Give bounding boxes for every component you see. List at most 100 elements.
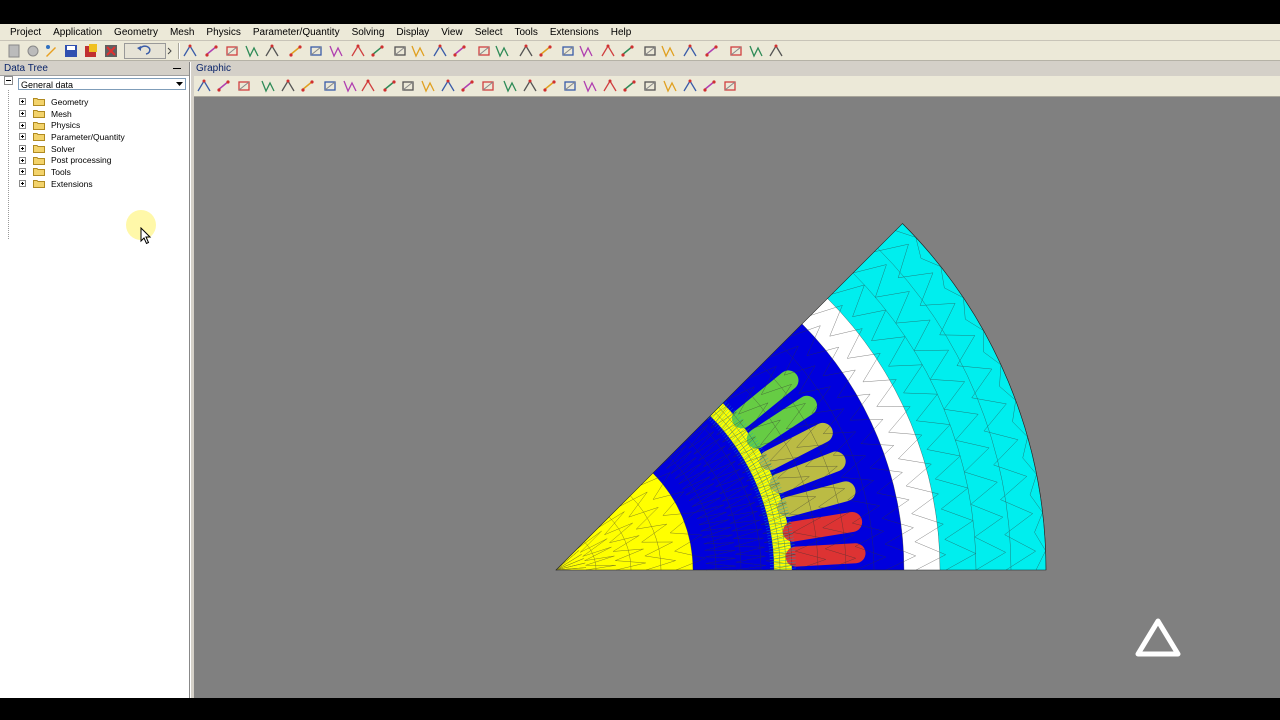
main-tool-20-icon[interactable] (579, 45, 593, 58)
menu-application[interactable]: Application (47, 24, 108, 41)
tree-item-geometry[interactable]: Geometry (19, 96, 125, 108)
expand-icon[interactable] (19, 180, 26, 188)
graphic-tool-24-icon[interactable] (663, 80, 677, 93)
graphic-tool-20-icon[interactable] (583, 80, 597, 93)
main-tool-10-icon[interactable] (371, 45, 384, 57)
open-project-icon[interactable] (25, 43, 41, 59)
graphic-tool-8-icon[interactable] (343, 80, 357, 93)
menu-mesh[interactable]: Mesh (164, 24, 200, 41)
expand-icon[interactable] (19, 98, 26, 106)
graphic-tool-18-icon[interactable] (543, 80, 556, 92)
tree-item-physics[interactable]: Physics (19, 119, 125, 131)
graphic-tool-21-icon[interactable] (603, 79, 617, 92)
graphic-tool-23-icon[interactable] (644, 81, 656, 91)
chevron-down-icon[interactable] (175, 80, 184, 88)
save-icon[interactable] (63, 43, 79, 59)
main-tool-13-icon[interactable] (433, 44, 447, 57)
graphic-tool-14-icon[interactable] (461, 80, 474, 92)
main-tool-29-icon[interactable] (769, 44, 783, 57)
expand-icon[interactable] (19, 145, 26, 153)
tree-root-collapse-icon[interactable] (4, 76, 14, 86)
expand-icon[interactable] (19, 168, 26, 176)
main-tool-26-icon[interactable] (705, 45, 718, 57)
graphic-tool-15-icon[interactable] (482, 81, 494, 91)
menu-parameter-quantity[interactable]: Parameter/Quantity (247, 24, 346, 41)
tree-item-tools[interactable]: Tools (19, 166, 125, 178)
graphic-tool-3-icon[interactable] (238, 81, 250, 91)
main-tool-3-icon[interactable] (226, 46, 238, 56)
menu-extensions[interactable]: Extensions (544, 24, 605, 41)
save-as-icon[interactable] (83, 43, 99, 59)
main-tool-4-icon[interactable] (245, 45, 259, 58)
main-tool-2-icon[interactable] (205, 45, 218, 57)
graphic-tool-1-icon[interactable] (197, 79, 211, 92)
main-tool-23-icon[interactable] (644, 46, 656, 56)
main-tool-18-icon[interactable] (539, 45, 552, 57)
main-tool-17-icon[interactable] (519, 44, 533, 57)
tree-item-parameter-quantity[interactable]: Parameter/Quantity (19, 131, 125, 143)
expand-icon[interactable] (19, 156, 26, 164)
tree-item-post-processing[interactable]: Post processing (19, 154, 125, 166)
main-tool-11-icon[interactable] (394, 46, 406, 56)
graphic-tool-26-icon[interactable] (703, 80, 716, 92)
main-tool-24-icon[interactable] (661, 45, 675, 58)
tree-item-label: Physics (51, 120, 81, 131)
menu-select[interactable]: Select (469, 24, 509, 41)
main-tool-12-icon[interactable] (411, 45, 425, 58)
graphic-tool-13-icon[interactable] (441, 79, 455, 92)
main-tool-27-icon[interactable] (730, 46, 742, 56)
application-window: Project Application Geometry Mesh Physic… (0, 24, 1280, 698)
graphic-tool-11-icon[interactable] (402, 81, 414, 91)
menu-project[interactable]: Project (4, 24, 47, 41)
main-tool-14-icon[interactable] (453, 45, 466, 57)
menu-display[interactable]: Display (390, 24, 435, 41)
graphic-tool-9-icon[interactable] (361, 79, 375, 92)
main-tool-8-icon[interactable] (329, 45, 343, 58)
main-tool-19-icon[interactable] (562, 46, 574, 56)
graphic-tool-17-icon[interactable] (523, 79, 537, 92)
main-tool-28-icon[interactable] (749, 45, 763, 58)
expand-icon[interactable] (19, 133, 26, 141)
undo-button[interactable] (124, 43, 166, 59)
graphic-tool-19-icon[interactable] (564, 81, 576, 91)
main-tool-16-icon[interactable] (495, 45, 509, 58)
minimize-icon[interactable] (173, 68, 181, 69)
tree-item-extensions[interactable]: Extensions (19, 178, 125, 190)
graphic-tool-22-icon[interactable] (623, 80, 636, 92)
main-tool-22-icon[interactable] (621, 45, 634, 57)
main-tool-9-icon[interactable] (351, 44, 365, 57)
close-project-icon[interactable] (103, 43, 119, 59)
new-project-icon[interactable] (6, 43, 22, 59)
menu-view[interactable]: View (435, 24, 469, 41)
main-tool-21-icon[interactable] (601, 44, 615, 57)
main-tool-6-icon[interactable] (289, 45, 302, 57)
main-tool-15-icon[interactable] (478, 46, 490, 56)
menu-physics[interactable]: Physics (200, 24, 246, 41)
graphic-tool-2-icon[interactable] (217, 80, 230, 92)
main-tool-25-icon[interactable] (683, 44, 697, 57)
menu-tools[interactable]: Tools (508, 24, 543, 41)
graphic-tool-6-icon[interactable] (301, 80, 314, 92)
toolbar-chevron-icon[interactable] (166, 43, 174, 59)
graphic-tool-16-icon[interactable] (503, 80, 517, 93)
graphic-tool-4-icon[interactable] (261, 80, 275, 93)
graphic-tool-25-icon[interactable] (683, 79, 697, 92)
menu-solving[interactable]: Solving (346, 24, 391, 41)
expand-icon[interactable] (19, 121, 26, 129)
tree-item-solver[interactable]: Solver (19, 143, 125, 155)
main-tool-5-icon[interactable] (265, 44, 279, 57)
graphic-tool-10-icon[interactable] (383, 80, 396, 92)
menu-help[interactable]: Help (605, 24, 638, 41)
graphic-tool-12-icon[interactable] (421, 80, 435, 93)
graphic-tool-5-icon[interactable] (281, 79, 295, 92)
expand-icon[interactable] (19, 110, 26, 118)
mesh-viewport[interactable] (194, 97, 1280, 698)
tree-item-mesh[interactable]: Mesh (19, 108, 125, 120)
data-type-select[interactable]: General data (18, 78, 186, 90)
menu-geometry[interactable]: Geometry (108, 24, 164, 41)
graphic-tool-7-icon[interactable] (324, 81, 336, 91)
edit-icon[interactable] (43, 43, 59, 59)
main-tool-1-icon[interactable] (183, 44, 197, 57)
graphic-tool-27-icon[interactable] (724, 81, 736, 91)
main-tool-7-icon[interactable] (310, 46, 322, 56)
